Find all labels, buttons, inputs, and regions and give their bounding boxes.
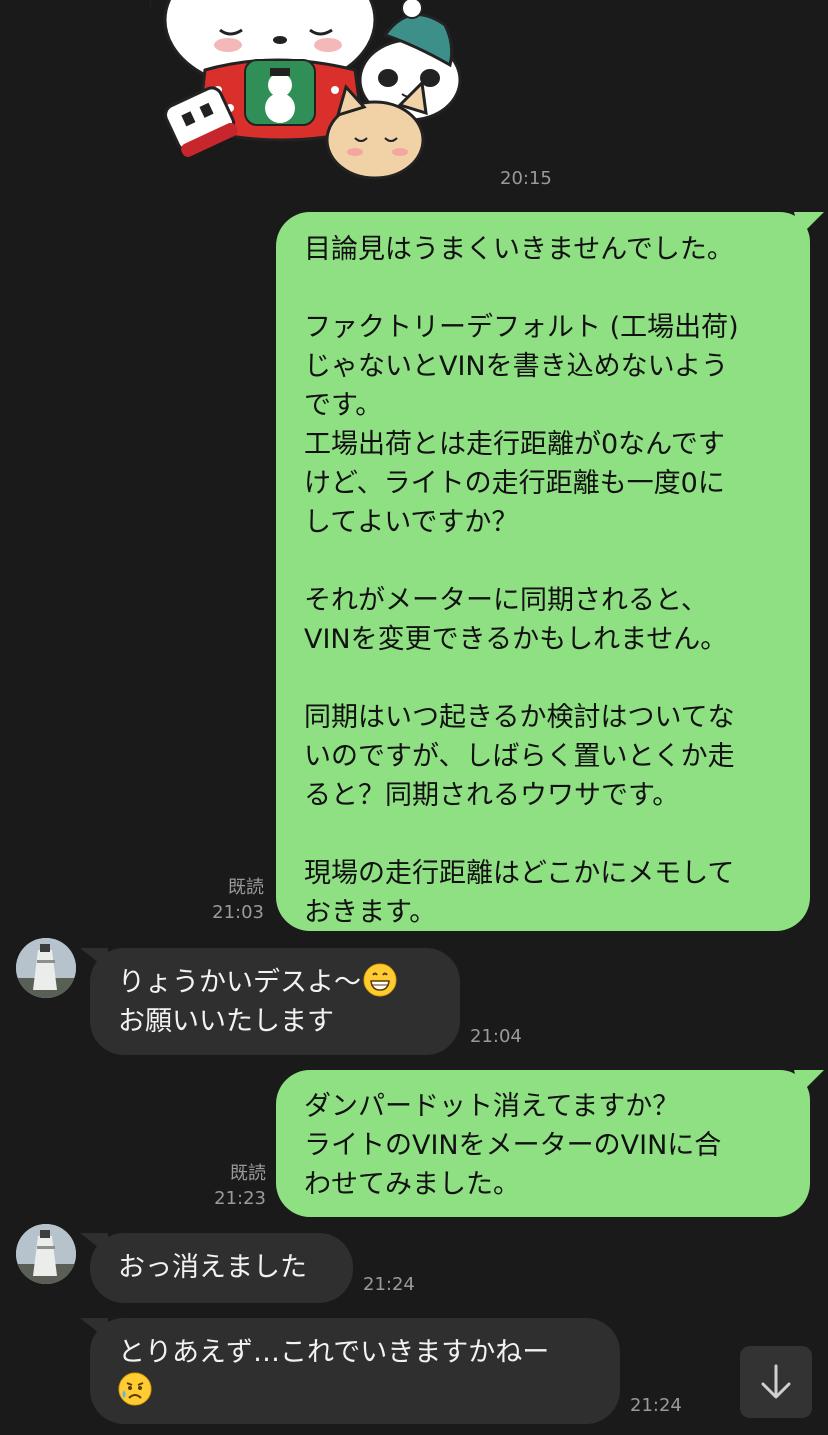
message-line: VINを変更できるかもしれません。	[304, 624, 728, 655]
message-time: 21:24	[630, 1395, 682, 1416]
chevron-down-icon	[761, 1364, 791, 1399]
message-line	[304, 269, 790, 308]
message-line: おっ消えました	[118, 1252, 307, 1283]
grinning-face-emoji	[363, 963, 397, 997]
message-line: 目論見はうまくいきませんでした。	[304, 234, 734, 265]
message-line	[304, 542, 790, 581]
message-line: 同期はいつ起きるか検討はついてな	[304, 702, 735, 733]
incoming-message-bubble[interactable]: とりあえず…これでいきますかねー	[90, 1318, 620, 1424]
chat-view: ツ 20:15 既読 21:03 目論見はうまくいきませんでした。 ファクトリー…	[0, 0, 828, 1435]
outgoing-message-bubble[interactable]: 目論見はうまくいきませんでした。 ファクトリーデフォルト (工場出荷) じゃない…	[276, 212, 810, 931]
message-line: ファクトリーデフォルト (工場出荷)	[304, 312, 739, 343]
message-time: 21:23	[214, 1188, 266, 1209]
message-line: りょうかいデスよ〜	[118, 963, 460, 1002]
message-line: ると？同期されるウワサです。	[304, 780, 680, 811]
message-time: 20:15	[500, 168, 552, 189]
lighthouse-icon	[16, 938, 76, 998]
read-receipt: 既読	[228, 877, 264, 898]
sad-relieved-face-emoji	[118, 1372, 152, 1406]
read-receipt: 既読	[230, 1163, 266, 1184]
lighthouse-icon	[16, 1224, 76, 1284]
message-line: ライトのVINをメーターのVINに合	[304, 1130, 722, 1161]
message-line: とりあえず…これでいきますかねー	[118, 1337, 550, 1368]
outgoing-message-bubble[interactable]: ダンパードット消えてますか？ ライトのVINをメーターのVINに合 わせてみまし…	[276, 1070, 810, 1217]
message-line: いのですが、しばらく置いとくか走	[304, 741, 735, 772]
message-line: けど、ライトの走行距離も一度0に	[304, 468, 725, 499]
scroll-to-bottom-button[interactable]	[740, 1346, 812, 1418]
sticker-panda-christmas[interactable]: ツ	[150, 0, 480, 190]
svg-text:ツ: ツ	[150, 0, 164, 43]
message-line: ダンパードット消えてますか？	[304, 1091, 680, 1122]
message-line	[304, 659, 790, 698]
message-line	[118, 1372, 620, 1411]
message-time: 21:24	[363, 1274, 415, 1295]
message-text: りょうかいデスよ〜	[118, 967, 361, 998]
message-line	[304, 815, 790, 854]
contact-avatar[interactable]	[16, 1224, 76, 1284]
message-line: じゃないとVINを書き込めないよう	[304, 351, 729, 382]
message-time: 21:03	[212, 902, 264, 923]
message-line: それがメーターに同期されると、	[304, 585, 708, 616]
message-line: わせてみました。	[304, 1169, 520, 1200]
message-line: してよいですか？	[304, 507, 519, 538]
message-line: お願いいたします	[118, 1006, 334, 1037]
contact-avatar[interactable]	[16, 938, 76, 998]
message-time: 21:04	[470, 1026, 522, 1047]
message-line: です。	[304, 390, 383, 421]
message-line: 工場出荷とは走行距離が0なんです	[304, 429, 725, 460]
incoming-message-bubble[interactable]: おっ消えました	[90, 1233, 353, 1303]
incoming-message-bubble[interactable]: りょうかいデスよ〜 お願いいたします	[90, 948, 460, 1055]
message-line: おきます。	[304, 897, 437, 928]
message-line: 現場の走行距離はどこかにメモして	[304, 858, 735, 889]
divider	[0, 1425, 828, 1435]
